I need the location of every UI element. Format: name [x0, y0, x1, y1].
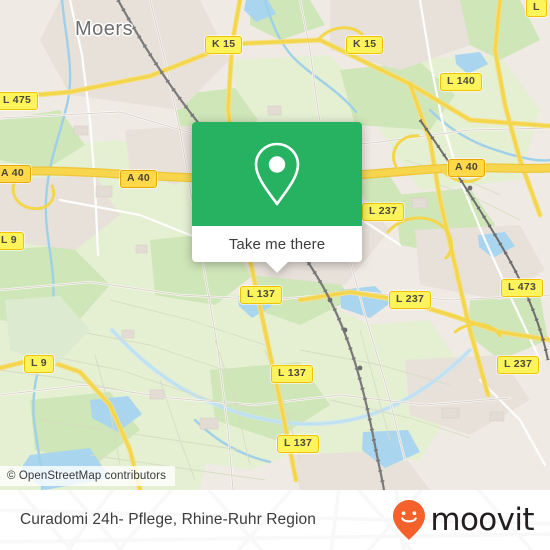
page-title: Curadomi 24h- Pflege, Rhine-Ruhr Region [20, 511, 316, 528]
road-shield-l237-mid[interactable]: L 237 [389, 291, 432, 309]
callout-action-area[interactable]: Take me there [192, 226, 362, 273]
take-me-there-label: Take me there [228, 235, 326, 253]
place-label-moers: Moers [75, 18, 134, 40]
callout-icon-area [192, 122, 362, 226]
moovit-brand[interactable]: moovit [392, 499, 535, 541]
map-pin-icon [254, 142, 300, 206]
road-shield-l237-behind-card[interactable]: L 237 [362, 203, 405, 221]
road-shield-l9-upper[interactable]: L 9 [0, 232, 24, 250]
road-shield-l137-lower[interactable]: L 137 [277, 435, 320, 453]
road-shield-k15-west[interactable]: K 15 [205, 36, 243, 54]
road-shield-l475[interactable]: L 475 [0, 92, 39, 110]
road-shield-a40-right[interactable]: A 40 [448, 159, 485, 177]
map-screenshot: Moers K 15 K 15 L L 140 L 475 A 40 A 40 … [0, 0, 550, 550]
map-canvas[interactable]: Moers K 15 K 15 L L 140 L 475 A 40 A 40 … [0, 0, 550, 490]
road-shield-a40-mid[interactable]: A 40 [120, 170, 157, 188]
callout-pointer [266, 262, 288, 273]
footer-bar: Curadomi 24h- Pflege, Rhine-Ruhr Region … [0, 490, 550, 550]
road-shield-l9-lower[interactable]: L 9 [24, 355, 54, 373]
map-attribution[interactable]: © OpenStreetMap contributors [0, 466, 175, 486]
road-shield-l137-mid[interactable]: L 137 [271, 365, 314, 383]
road-shield-l473[interactable]: L 473 [501, 279, 544, 297]
moovit-wordmark: moovit [430, 501, 534, 538]
moovit-smiley-pin-icon [393, 500, 426, 540]
destination-callout-card[interactable]: Take me there [192, 122, 362, 273]
road-shield-l237-lower[interactable]: L 237 [497, 356, 540, 374]
road-shield-a40-left[interactable]: A 40 [0, 165, 31, 183]
road-shield-l137-upper[interactable]: L 137 [240, 286, 283, 304]
road-shield-l-topright[interactable]: L [526, 0, 547, 17]
road-shield-l140[interactable]: L 140 [440, 73, 483, 91]
road-shield-k15-east[interactable]: K 15 [346, 36, 384, 54]
